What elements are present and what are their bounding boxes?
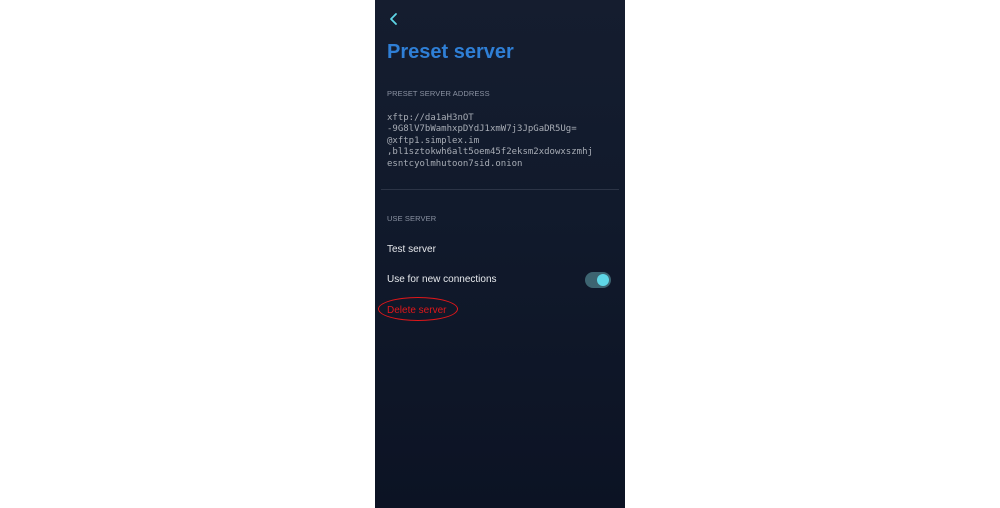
app-screen: Preset server PRESET SERVER ADDRESS xftp… <box>375 0 625 508</box>
use-for-new-connections-toggle[interactable] <box>585 272 611 288</box>
delete-server-button[interactable]: Delete server <box>387 305 446 316</box>
address-line: @xftp1.simplex.im <box>387 135 480 146</box>
toggle-knob <box>597 274 609 286</box>
address-line: esntcyolmhutoon7sid.onion <box>387 158 523 169</box>
page-title: Preset server <box>387 41 514 63</box>
address-line: ,bl1sztokwh6alt5oem45f2eksm2xdowxszmhj <box>387 147 593 158</box>
address-line: -9G8lV7bWamhxpDYdJ1xmW7j3JpGaDR5Ug= <box>387 124 577 135</box>
preset-server-address-label: PRESET SERVER ADDRESS <box>387 89 490 98</box>
address-line: xftp://da1aH3nOT <box>387 113 474 123</box>
test-server-button[interactable]: Test server <box>387 244 436 255</box>
divider <box>381 189 619 190</box>
delete-server-area: Delete server <box>378 297 460 323</box>
use-for-new-connections-label: Use for new connections <box>387 274 497 285</box>
server-address: xftp://da1aH3nOT -9G8lV7bWamhxpDYdJ1xmW7… <box>387 113 619 170</box>
use-server-label: USE SERVER <box>387 214 437 223</box>
back-button[interactable] <box>385 10 403 28</box>
chevron-left-icon <box>390 13 397 25</box>
